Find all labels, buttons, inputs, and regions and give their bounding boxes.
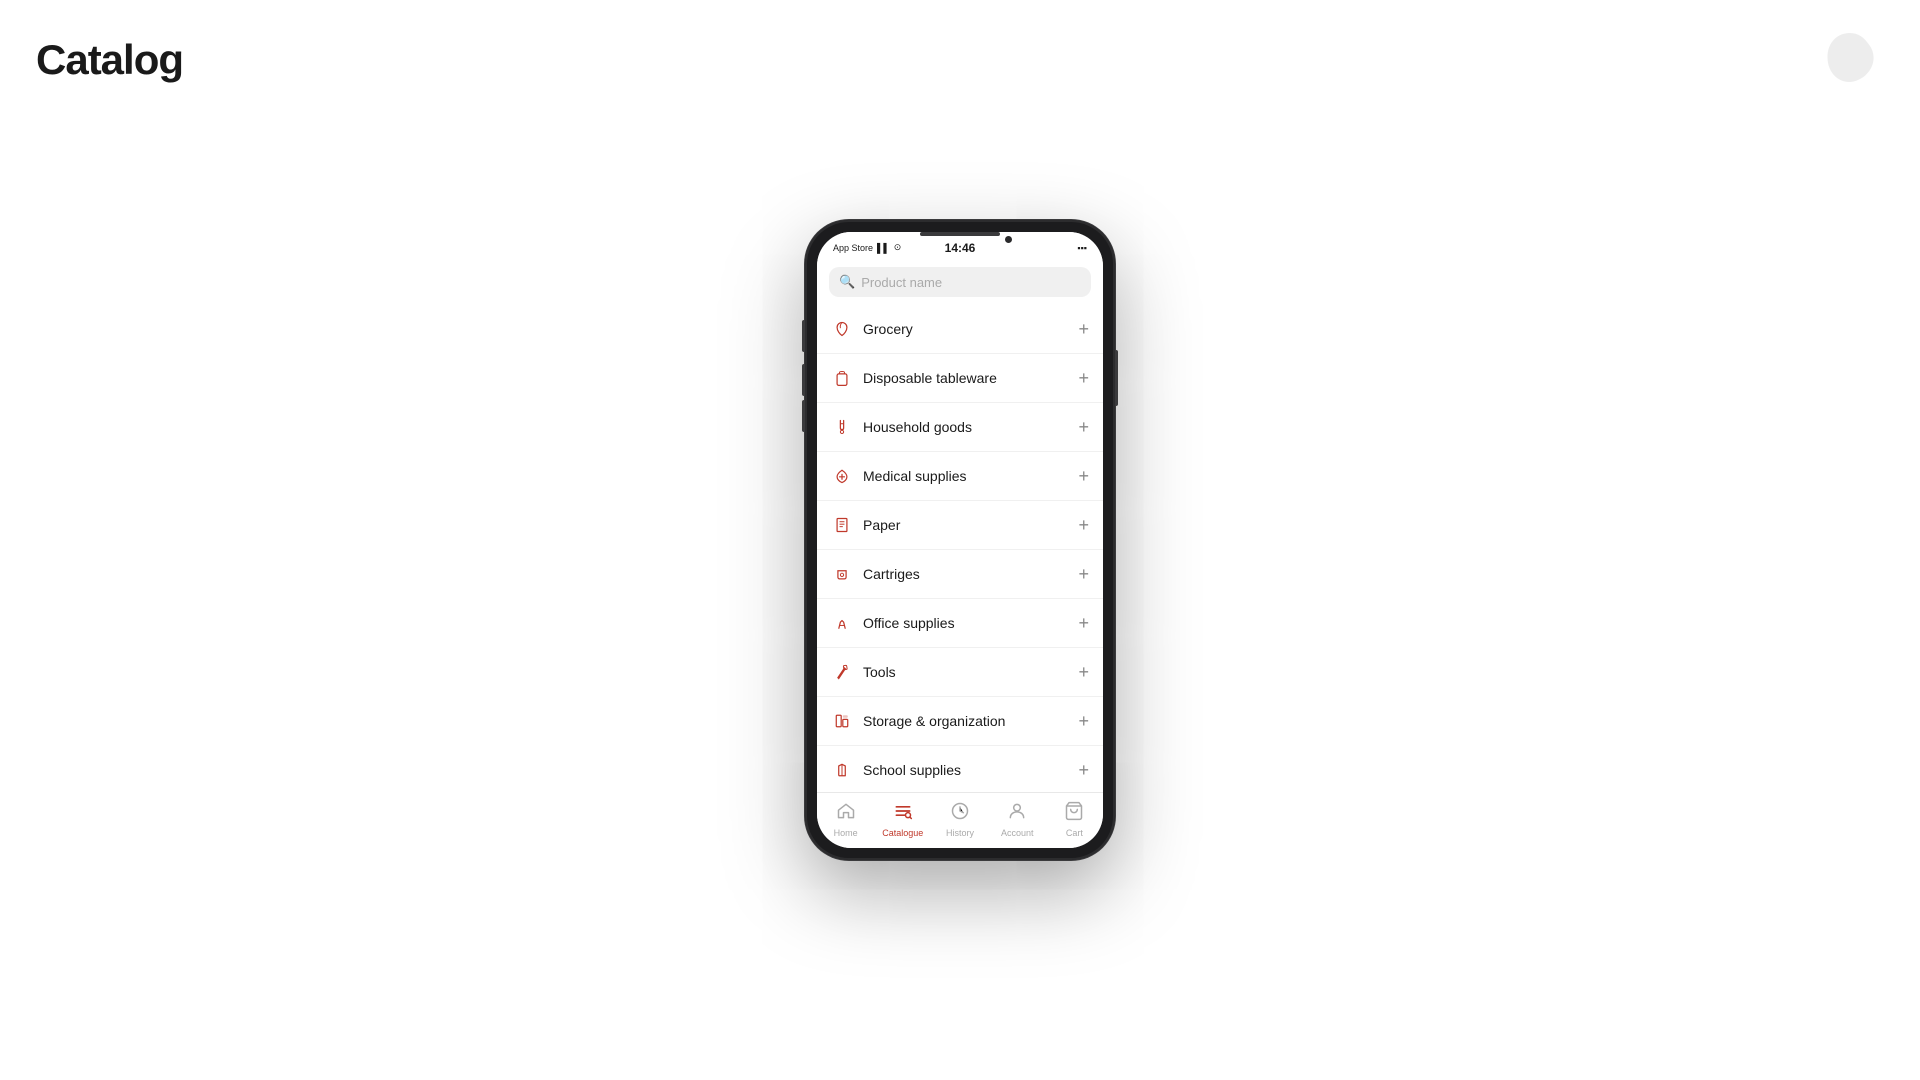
phone-mockup: App Store ▌▌ ⊙ 14:46 ▪▪▪ 🔍 Product name (805, 220, 1115, 860)
status-time: 14:46 (945, 241, 976, 255)
category-expand-medical[interactable]: + (1078, 467, 1089, 485)
nav-icon-history (950, 801, 970, 826)
category-expand-household[interactable]: + (1078, 418, 1089, 436)
category-expand-paper[interactable]: + (1078, 516, 1089, 534)
disposable-icon (831, 367, 853, 389)
cartriges-icon (831, 563, 853, 585)
category-expand-office[interactable]: + (1078, 614, 1089, 632)
paper-icon (831, 514, 853, 536)
category-item-grocery[interactable]: Grocery+ (817, 305, 1103, 354)
tools-icon (831, 661, 853, 683)
category-label-grocery: Grocery (863, 321, 1078, 337)
category-item-medical[interactable]: Medical supplies+ (817, 452, 1103, 501)
category-item-cartriges[interactable]: Cartriges+ (817, 550, 1103, 599)
nav-item-account[interactable]: Account (989, 801, 1046, 838)
category-expand-school[interactable]: + (1078, 761, 1089, 779)
category-label-office: Office supplies (863, 615, 1078, 631)
nav-item-cart[interactable]: Cart (1046, 801, 1103, 838)
phone-shell: App Store ▌▌ ⊙ 14:46 ▪▪▪ 🔍 Product name (805, 220, 1115, 860)
nav-icon-cart (1064, 801, 1084, 826)
app-topbar: 🔍 Product name (817, 259, 1103, 305)
search-placeholder: Product name (861, 275, 942, 290)
status-bar: App Store ▌▌ ⊙ 14:46 ▪▪▪ (817, 232, 1103, 259)
category-item-office[interactable]: Office supplies+ (817, 599, 1103, 648)
office-icon (831, 612, 853, 634)
category-item-school[interactable]: School supplies+ (817, 746, 1103, 792)
grocery-icon (831, 318, 853, 340)
category-expand-grocery[interactable]: + (1078, 320, 1089, 338)
category-item-tools[interactable]: Tools+ (817, 648, 1103, 697)
nav-icon-catalogue (893, 801, 913, 826)
category-item-storage[interactable]: Storage & organization+ (817, 697, 1103, 746)
page-title: Catalog (36, 36, 183, 84)
category-label-paper: Paper (863, 517, 1078, 533)
category-label-storage: Storage & organization (863, 713, 1078, 729)
category-expand-tools[interactable]: + (1078, 663, 1089, 681)
storage-icon (831, 710, 853, 732)
category-label-tools: Tools (863, 664, 1078, 680)
nav-label-history: History (946, 828, 974, 838)
category-item-disposable[interactable]: Disposable tableware+ (817, 354, 1103, 403)
category-expand-cartriges[interactable]: + (1078, 565, 1089, 583)
brand-logo (1820, 28, 1880, 88)
status-battery: ▪▪▪ (1077, 243, 1087, 253)
household-icon (831, 416, 853, 438)
category-label-medical: Medical supplies (863, 468, 1078, 484)
nav-label-catalogue: Catalogue (882, 828, 923, 838)
category-label-household: Household goods (863, 419, 1078, 435)
nav-item-home[interactable]: Home (817, 801, 874, 838)
search-box[interactable]: 🔍 Product name (829, 267, 1091, 297)
category-item-household[interactable]: Household goods+ (817, 403, 1103, 452)
status-carrier: App Store ▌▌ ⊙ (833, 242, 901, 253)
bottom-nav: Home Catalogue History Account Cart (817, 792, 1103, 848)
category-label-cartriges: Cartriges (863, 566, 1078, 582)
nav-item-catalogue[interactable]: Catalogue (874, 801, 931, 838)
nav-item-history[interactable]: History (931, 801, 988, 838)
nav-label-home: Home (834, 828, 858, 838)
nav-icon-account (1007, 801, 1027, 826)
category-list: Grocery+Disposable tableware+Household g… (817, 305, 1103, 792)
search-icon: 🔍 (839, 274, 855, 290)
phone-screen: App Store ▌▌ ⊙ 14:46 ▪▪▪ 🔍 Product name (817, 232, 1103, 848)
nav-icon-home (836, 801, 856, 826)
school-icon (831, 759, 853, 781)
category-item-paper[interactable]: Paper+ (817, 501, 1103, 550)
category-expand-storage[interactable]: + (1078, 712, 1089, 730)
medical-icon (831, 465, 853, 487)
nav-label-cart: Cart (1066, 828, 1083, 838)
nav-label-account: Account (1001, 828, 1034, 838)
category-label-school: School supplies (863, 762, 1078, 778)
category-expand-disposable[interactable]: + (1078, 369, 1089, 387)
category-label-disposable: Disposable tableware (863, 370, 1078, 386)
